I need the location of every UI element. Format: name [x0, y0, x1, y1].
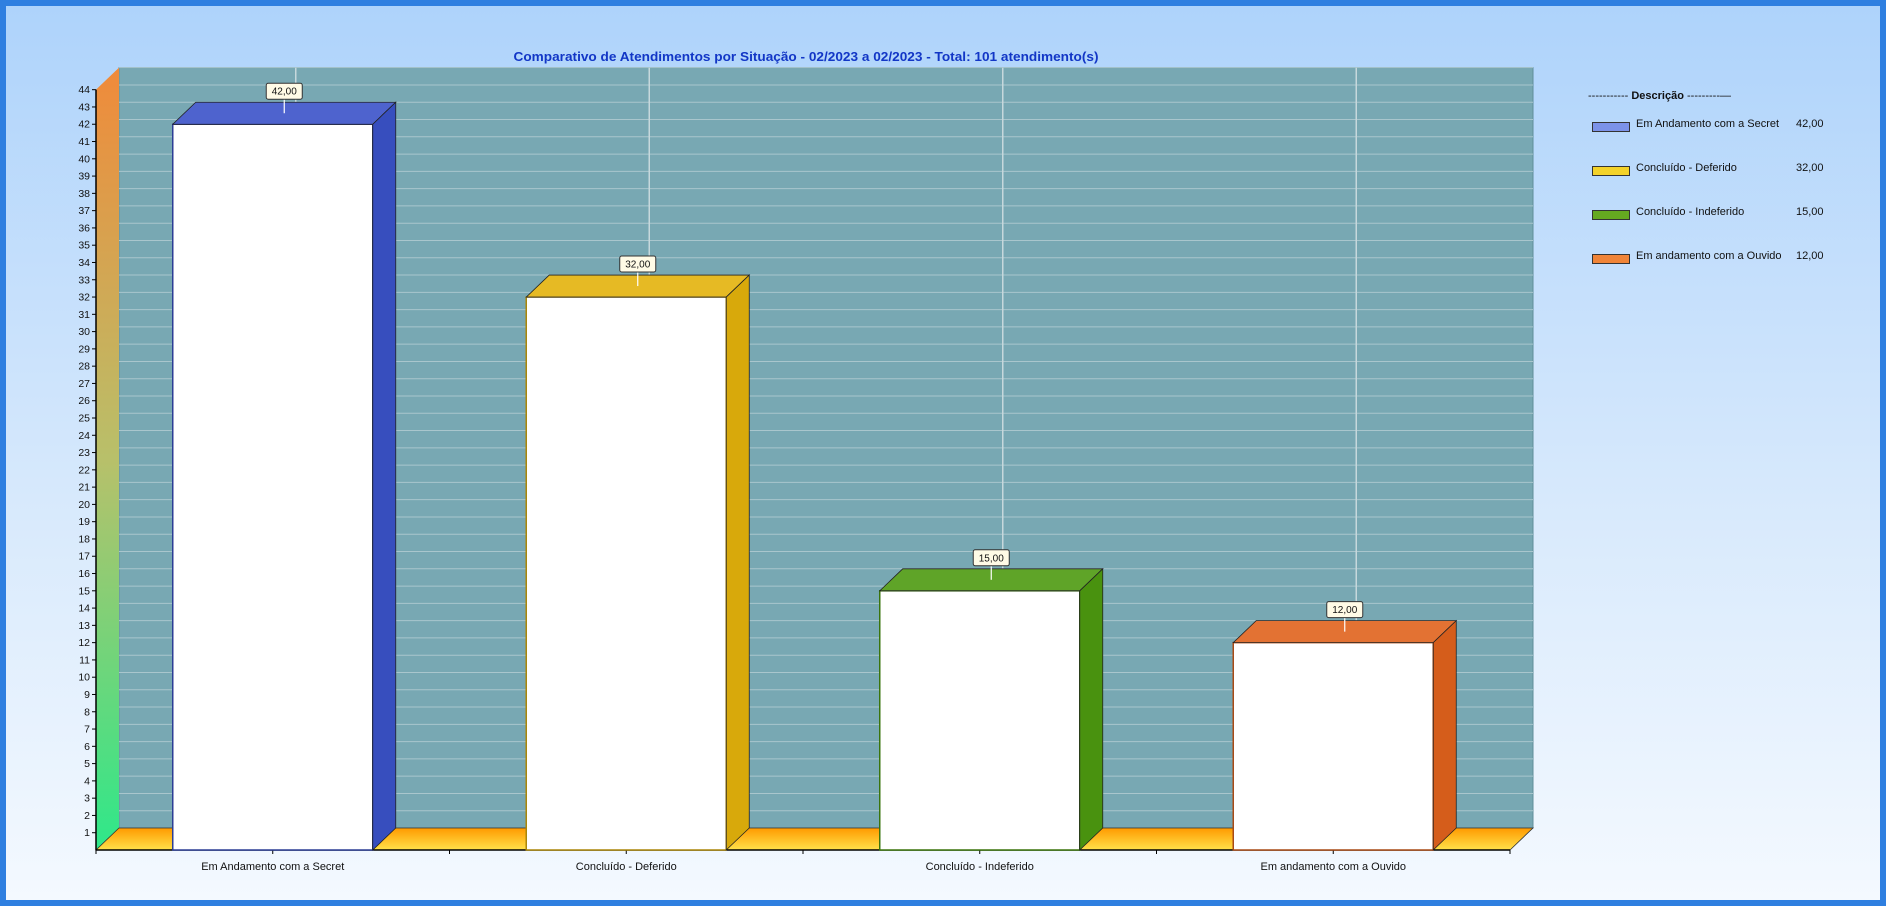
y-tick-label: 40	[78, 153, 90, 165]
data-label: 15,00	[979, 553, 1004, 564]
legend-value: 12,00	[1796, 250, 1824, 262]
legend-value: 42,00	[1796, 118, 1824, 130]
legend-swatch	[1592, 122, 1630, 132]
y-tick-label: 13	[78, 620, 90, 632]
y-tick-label: 11	[79, 654, 90, 666]
legend-item: Em andamento com a Ouvido 12,00	[1588, 248, 1848, 292]
legend-value: 15,00	[1796, 206, 1824, 218]
chart-frame: Comparativo de Atendimentos por Situação…	[0, 0, 1886, 906]
y-tick-label: 20	[78, 499, 90, 511]
bar-front-face	[525, 296, 727, 851]
y-tick-label: 6	[84, 741, 90, 753]
y-tick-label: 44	[78, 84, 90, 96]
legend-item: Concluído - Indeferido 15,00	[1588, 204, 1848, 248]
y-tick-label: 41	[78, 136, 90, 148]
y-tick-label: 19	[78, 516, 90, 528]
data-label: 12,00	[1332, 605, 1357, 616]
legend-label: Em andamento com a Ouvido	[1636, 250, 1782, 262]
y-tick-label: 34	[78, 257, 90, 269]
y-tick-label: 1	[84, 827, 90, 839]
y-tick-label: 10	[78, 672, 90, 684]
legend-item: Concluído - Deferido 32,00	[1588, 160, 1848, 204]
y-tick-label: 24	[78, 430, 90, 442]
y-tick-label: 7	[84, 724, 90, 736]
y-tick-label: 16	[78, 568, 90, 580]
y-tick-label: 33	[78, 274, 90, 286]
y-tick-label: 14	[78, 603, 90, 615]
y-tick-label: 30	[78, 326, 90, 338]
legend-item: Em Andamento com a Secret 42,00	[1588, 116, 1848, 160]
legend-label: Concluído - Deferido	[1636, 162, 1737, 174]
legend-value: 32,00	[1796, 162, 1824, 174]
y-tick-label: 18	[78, 533, 90, 545]
legend-swatch	[1592, 166, 1630, 176]
bar	[878, 567, 1104, 851]
y-tick-label: 2	[84, 810, 90, 822]
y-tick-label: 25	[78, 413, 90, 425]
legend-swatch	[1592, 254, 1630, 264]
y-tick-label: 12	[78, 637, 90, 649]
legend: ----------- Descrição ---------— Em Anda…	[1588, 90, 1848, 292]
y-tick-label: 27	[78, 378, 90, 390]
y-tick-label: 43	[78, 101, 90, 113]
bar-side-face	[372, 101, 397, 851]
y-tick-label: 28	[78, 361, 90, 373]
bar-front-face	[1232, 641, 1434, 851]
legend-label: Concluído - Indeferido	[1636, 206, 1745, 218]
y-tick-label: 26	[78, 395, 90, 407]
chart-title: Comparativo de Atendimentos por Situação…	[514, 49, 1099, 64]
y-tick-label: 38	[78, 188, 90, 200]
bar-front-face	[879, 590, 1081, 851]
data-label: 32,00	[625, 260, 650, 271]
bar-side-face	[1079, 567, 1104, 851]
y-tick-label: 37	[78, 205, 90, 217]
y-tick-label: 21	[78, 482, 90, 494]
bar-front-face	[172, 123, 374, 851]
left-side-wall	[96, 67, 119, 851]
x-category-label: Concluído - Deferido	[576, 861, 677, 873]
y-tick-label: 35	[78, 240, 90, 252]
y-tick-label: 39	[78, 171, 90, 183]
bar	[1232, 619, 1458, 851]
y-tick-label: 17	[78, 551, 90, 563]
y-tick-label: 29	[78, 343, 90, 355]
y-tick-label: 4	[84, 775, 90, 787]
data-label: 42,00	[272, 87, 297, 98]
y-tick-label: 32	[78, 292, 90, 304]
y-tick-label: 15	[78, 585, 90, 597]
bar	[171, 101, 397, 851]
legend-swatch	[1592, 210, 1630, 220]
y-tick-label: 23	[78, 447, 90, 459]
y-tick-label: 3	[84, 793, 90, 805]
y-tick-label: 9	[84, 689, 90, 701]
y-tick-label: 42	[78, 119, 90, 131]
y-tick-label: 31	[78, 309, 90, 321]
bar-side-face	[725, 274, 750, 851]
x-category-label: Concluído - Indeferido	[926, 861, 1034, 873]
x-category-label: Em andamento com a Ouvido	[1260, 861, 1406, 873]
legend-title: ----------- Descrição ---------—	[1588, 90, 1731, 102]
bar-side-face	[1432, 619, 1457, 851]
y-tick-label: 8	[84, 706, 90, 718]
y-tick-label: 5	[84, 758, 90, 770]
y-tick-label: 22	[78, 464, 90, 476]
x-category-label: Em Andamento com a Secret	[201, 861, 344, 873]
bar	[525, 274, 751, 851]
legend-label: Em Andamento com a Secret	[1636, 118, 1780, 130]
y-tick-label: 36	[78, 222, 90, 234]
